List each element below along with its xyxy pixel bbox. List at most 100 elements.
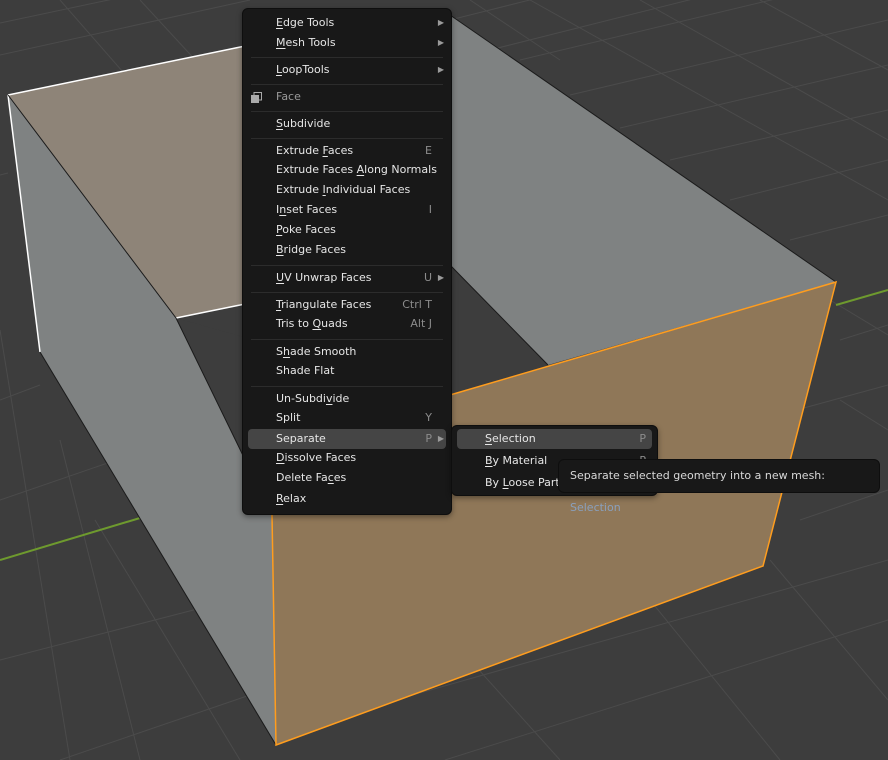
menu-item-shade-smooth[interactable]: Shade Smooth (248, 342, 446, 362)
menu-item-label-part: es (333, 471, 347, 484)
menu-item-label: Shade Smooth (276, 342, 356, 362)
menu-item-subdivide[interactable]: Subdivide (248, 114, 446, 134)
menu-item-label-part: ndividual Faces (325, 183, 411, 196)
submenu-arrow-icon: ▶ (437, 434, 444, 443)
menu-item-label: Inset Faces (276, 200, 337, 220)
submenu-item-label: By Material (485, 451, 547, 471)
menu-item-label: Shade Flat (276, 361, 334, 381)
menu-header-face: Face (248, 87, 446, 107)
menu-item-label-part: V Unwrap Faces (284, 271, 372, 284)
menu-item-shortcut: E (425, 144, 432, 157)
menu-item-label-part: Extrude Faces (276, 163, 357, 176)
menu-item-poke-faces[interactable]: Poke Faces (248, 220, 446, 240)
menu-item-inset-faces[interactable]: Inset Faces I (248, 200, 446, 220)
menu-item-split[interactable]: Split Y (248, 408, 446, 428)
menu-item-label: Relax (276, 489, 306, 509)
submenu-item-label-part: y Material (492, 454, 548, 467)
menu-item-shortcut: Y (425, 411, 432, 424)
menu-item-label-part: oke Faces (282, 223, 336, 236)
menu-item-label: Mesh Tools (276, 33, 336, 53)
submenu-item-label-part: oose Parts (508, 476, 566, 489)
menu-item-label: Bridge Faces (276, 240, 346, 260)
menu-item-label-part: Separate (276, 432, 326, 445)
menu-item-shortcut: I (428, 203, 432, 216)
menu-item-tris-to-quads[interactable]: Tris to Quads Alt J (248, 314, 446, 334)
menu-item-label: Triangulate Faces (276, 295, 371, 315)
submenu-arrow-icon: ▶ (437, 273, 444, 282)
menu-item-uv-unwrap-faces[interactable]: UV Unwrap Faces U ▶ (248, 268, 446, 288)
menu-item-label-part: Delete Fa (276, 471, 328, 484)
menu-item-separate[interactable]: Separate P ▶ (248, 429, 446, 449)
menu-separator (251, 339, 443, 340)
submenu-item-label-part: election (491, 432, 536, 445)
menu-item-label: UV Unwrap Faces (276, 268, 371, 288)
tooltip-value: Selection (570, 501, 621, 514)
menu-item-label: Poke Faces (276, 220, 336, 240)
menu-separator (251, 265, 443, 266)
menu-item-label-part: E (276, 16, 283, 29)
menu-item-label-part: long Normals (364, 163, 437, 176)
menu-item-extrude-individual-faces[interactable]: Extrude Individual Faces (248, 180, 446, 200)
submenu-item-label: Selection (485, 429, 536, 449)
menu-item-un-subdivide[interactable]: Un-Subdivide (248, 389, 446, 409)
submenu-item-label-part: S (485, 432, 492, 445)
menu-item-delete-faces[interactable]: Delete Faces (248, 468, 446, 488)
menu-item-extrude-faces-along-normals[interactable]: Extrude Faces Along Normals (248, 160, 446, 180)
menu-item-label-part: U (276, 271, 285, 284)
menu-item-label-part: Shade Flat (276, 364, 335, 377)
menu-item-label-part: ubdivide (282, 117, 331, 130)
face-context-menu: Face Edge Tools ▶ Mesh Tools ▶ LoopTools ▶ Subd… (242, 8, 452, 515)
menu-item-label-part: h (282, 345, 290, 358)
face-select-icon (251, 92, 262, 103)
menu-item-label: Extrude Faces (276, 141, 353, 161)
submenu-arrow-icon: ▶ (437, 18, 444, 27)
menu-item-extrude-faces[interactable]: Extrude Faces E (248, 141, 446, 161)
submenu-item-label: By Loose Parts (485, 473, 565, 493)
menu-item-label-part: dge Tools (282, 16, 335, 29)
menu-item-mesh-tools[interactable]: Mesh Tools ▶ (248, 33, 446, 53)
menu-item-label: Edge Tools (276, 13, 334, 33)
menu-item-triangulate-faces[interactable]: Triangulate Faces Ctrl T (248, 295, 446, 315)
menu-separator (251, 84, 443, 85)
menu-item-label-part: ide (332, 392, 350, 405)
menu-item-label-part: ade Smooth (289, 345, 357, 358)
menu-item-label: Dissolve Faces (276, 448, 356, 468)
menu-item-shortcut: P (425, 432, 432, 445)
menu-item-shade-flat[interactable]: Shade Flat (248, 361, 446, 381)
menu-item-label-part: elax (283, 492, 307, 505)
menu-item-label: Separate (276, 429, 326, 449)
separate-submenu-item-selection[interactable]: Selection P (457, 429, 652, 449)
menu-item-edge-tools[interactable]: Edge Tools ▶ (248, 13, 446, 33)
menu-item-label-part: set Faces (286, 203, 338, 216)
menu-item-relax[interactable]: Relax (248, 489, 446, 509)
menu-item-shortcut: U (423, 271, 432, 284)
tooltip: Separate selected geometry into a new me… (558, 459, 880, 514)
tooltip-text: Separate selected geometry into a new me… (570, 460, 879, 524)
menu-item-label-part: Extrude (276, 183, 323, 196)
menu-item-dissolve-faces[interactable]: Dissolve Faces (248, 448, 446, 468)
menu-item-label: Extrude Faces Along Normals (276, 160, 437, 180)
menu-item-label-part: esh Tools (285, 36, 336, 49)
submenu-item-shortcut: P (639, 432, 646, 445)
menu-item-label-part: riangulate Faces (281, 298, 372, 311)
menu-separator (251, 138, 443, 139)
menu-item-bridge-faces[interactable]: Bridge Faces (248, 240, 446, 260)
menu-item-label-part: Extrude (276, 144, 323, 157)
menu-item-looptools[interactable]: LoopTools ▶ (248, 60, 446, 80)
menu-item-label-part: issolve Faces (284, 451, 357, 464)
tooltip-description: Separate selected geometry into a new me… (570, 469, 825, 482)
menu-item-label-part: Tris to (276, 317, 313, 330)
menu-item-label-part: S (276, 117, 283, 130)
menu-item-label: Delete Faces (276, 468, 346, 488)
menu-item-label-part: Un-Subdi (276, 392, 326, 405)
menu-item-label: Subdivide (276, 114, 330, 134)
menu-item-label-part: S (276, 345, 283, 358)
submenu-arrow-icon: ▶ (437, 38, 444, 47)
menu-item-shortcut: Alt J (410, 317, 432, 330)
menu-item-label-part: Q (312, 317, 322, 330)
menu-item-label: Tris to Quads (276, 314, 348, 334)
submenu-item-label-part: B (485, 454, 493, 467)
menu-separator (251, 111, 443, 112)
menu-item-label: LoopTools (276, 60, 329, 80)
submenu-item-label-part: By (485, 476, 503, 489)
